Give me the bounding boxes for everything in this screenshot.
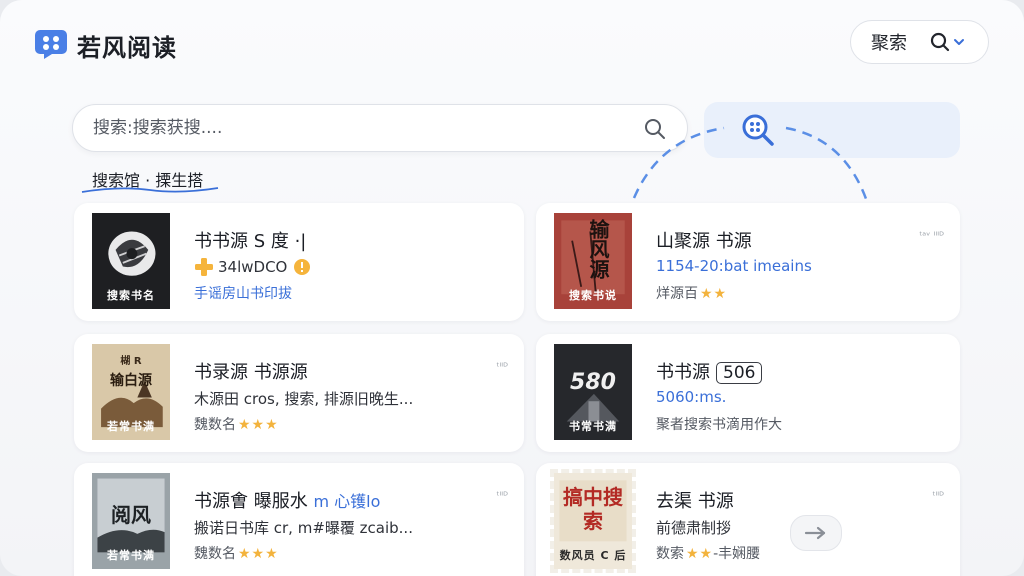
card-title: 书书源 506	[656, 358, 763, 384]
book-source-card-4[interactable]: 580 书常书满 书书源 506 5060:ms. 聚者搜索书滴用作大	[536, 334, 960, 452]
card-description: 木源田 cros, 搜索, 排源旧晚生...	[194, 390, 414, 408]
info-icon[interactable]	[293, 258, 311, 276]
app-title: 若风阅读	[77, 34, 177, 62]
book-source-card-2[interactable]: 输风源 搜索书说 山聚源 书源 ᵗᵃᵛ ᴵᴵᴵᴰ 1154-20:bat ime…	[536, 203, 960, 321]
card-description: 手谣房山书印拔	[194, 286, 292, 302]
card-title: 书源㑹 曝服水 m 心镬lo	[194, 487, 380, 513]
book-cover: 阅风 若常书满	[88, 469, 174, 573]
card-rating: 魏数名 ★★★	[194, 414, 279, 434]
card-stats: 34lwDCO	[194, 257, 311, 277]
book-source-card-6[interactable]: 搞中搜索 数风员 C 后 去渠 书源 ᵗᴵᴵᴰ 前德肃制拶 数索 ★★-丰娴腰	[536, 463, 960, 576]
count-badge: 506	[716, 362, 763, 384]
card-title: 书录源 书源源	[194, 362, 308, 383]
book-cover: 输风源 搜索书说	[550, 209, 636, 313]
book-source-card-1[interactable]: 搜索书名 书书源 S 度 ·| 34lwDCO 手谣房山书印拔	[74, 203, 524, 321]
cover-title: 搞中搜索	[563, 485, 623, 533]
card-rating-label: 魏数名	[194, 417, 236, 433]
book-source-card-3[interactable]: 楜 R 输白源 若常书满 书录源 书源源 ᵗᴵᴵᴰ 木源田 cros, 搜索, …	[74, 334, 524, 452]
card-title-text: 书源㑹 曝服水	[194, 491, 308, 512]
header-search-label: 聚索	[871, 33, 907, 54]
search-icon	[930, 32, 950, 52]
filter-underline	[81, 187, 219, 193]
cover-subtitle: 楜 R	[120, 356, 142, 367]
cover-caption: 若常书满	[107, 549, 155, 562]
cover-caption: 书常书满	[569, 420, 617, 433]
card-meta: ᵗᴵᴵᴰ	[932, 491, 944, 502]
card-description: 聚者搜索书滴用作大	[656, 417, 782, 433]
card-title: 去渠 书源	[656, 491, 734, 512]
plus-icon	[195, 258, 213, 276]
card-description: 搬诺日书库 cr, m#曝覆 zcaib...	[194, 519, 413, 537]
card-rating-label: 魏数名	[194, 546, 236, 562]
cover-caption: 搜索书说	[569, 289, 617, 302]
cover-caption: 搜索书名	[107, 289, 155, 302]
cover-title: 输风源	[586, 219, 610, 279]
book-cover: 楜 R 输白源 若常书满	[88, 340, 174, 444]
cover-caption: 若常书满	[107, 420, 155, 433]
card-rating-label: 烊源百	[656, 286, 698, 302]
card-title-suffix: m 心镬lo	[313, 492, 381, 511]
card-rating: 烊源百 ★★	[656, 283, 727, 303]
card-stats: 5060:ms.	[656, 388, 727, 406]
card-rating-suffix: -丰娴腰	[713, 546, 761, 562]
app-logo-icon	[35, 30, 67, 59]
search-box	[72, 104, 688, 152]
cover-caption: 数风员 C 后	[559, 549, 627, 562]
card-title-text: 书书源	[656, 362, 710, 383]
chevron-down-icon	[954, 39, 964, 45]
header-search-button[interactable]: 聚索	[850, 20, 989, 64]
card-rating: 魏数名 ★★★	[194, 543, 279, 563]
zoom-search-icon[interactable]	[740, 112, 776, 148]
star-rating: ★★★	[238, 417, 279, 433]
cover-title: 580	[570, 370, 616, 395]
book-cover: 580 书常书满	[550, 340, 636, 444]
star-rating: ★★	[700, 286, 728, 302]
cover-title: 阅风	[111, 503, 151, 527]
app-window: 若风阅读 聚索 搜索馆 · 搮生搭	[0, 0, 1024, 576]
card-meta: ᵗᵃᵛ ᴵᴵᴵᴰ	[919, 231, 944, 242]
card-stats: 1154-20:bat imeains	[656, 257, 812, 275]
card-description: 前德肃制拶	[656, 519, 732, 537]
cover-title: 输白源	[110, 373, 152, 389]
card-rating-label: 数索	[656, 546, 684, 562]
search-icon[interactable]	[643, 117, 667, 141]
star-rating: ★★	[686, 546, 714, 562]
star-rating: ★★★	[238, 546, 279, 562]
card-rating: 数索 ★★-丰娴腰	[656, 543, 760, 563]
card-title: 山聚源 书源	[656, 231, 752, 252]
book-source-card-5[interactable]: 阅风 若常书满 书源㑹 曝服水 m 心镬lo ᵗᴵᴵᴰ 搬诺日书库 cr, m#…	[74, 463, 524, 576]
card-stats-value: 34lwDCO	[218, 258, 288, 276]
card-meta: ᵗᴵᴵᴰ	[496, 491, 508, 502]
arrow-right-icon	[804, 526, 826, 540]
card-title: 书书源 S 度 ·|	[194, 231, 307, 252]
book-cover: 搜索书名	[88, 209, 174, 313]
book-cover: 搞中搜索 数风员 C 后	[550, 469, 636, 573]
search-input[interactable]	[93, 105, 633, 150]
card-meta: ᵗᴵᴵᴰ	[496, 362, 508, 373]
next-button[interactable]	[790, 515, 842, 551]
